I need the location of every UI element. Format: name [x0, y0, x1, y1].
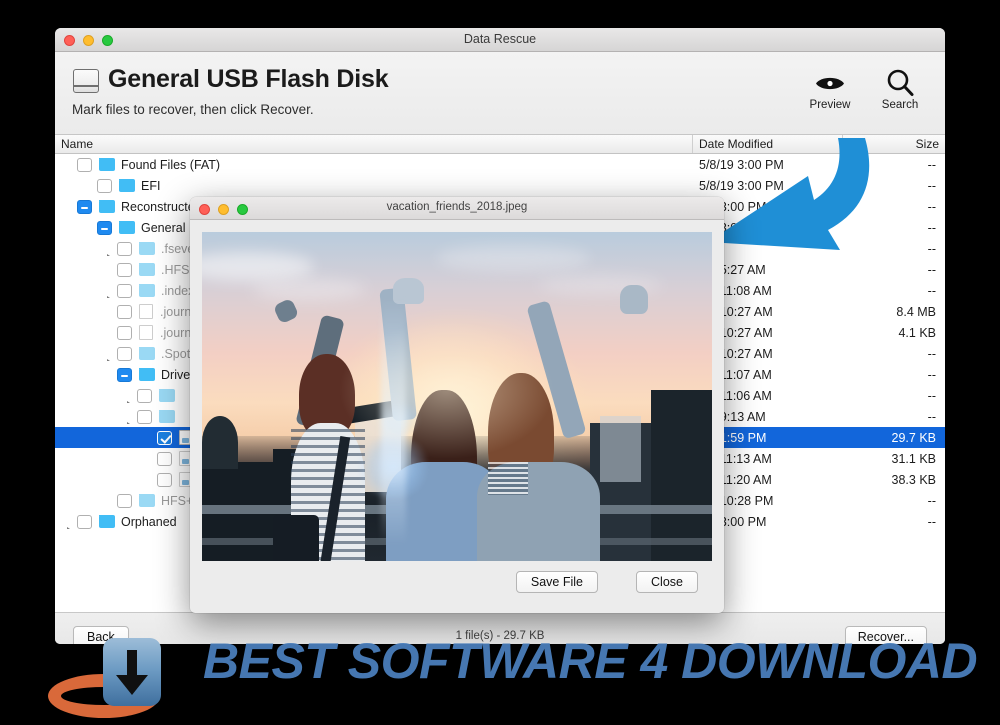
row-name-label: General: [141, 221, 185, 235]
row-checkbox[interactable]: [117, 305, 132, 319]
row-size-cell: --: [842, 179, 945, 193]
row-size-cell: --: [842, 242, 945, 256]
window-title: Data Rescue: [55, 32, 945, 46]
search-label: Search: [877, 99, 923, 111]
watermark-text: BEST SOFTWARE 4 DOWNLOAD: [203, 632, 977, 690]
row-size-cell: --: [842, 410, 945, 424]
row-size-cell: --: [842, 221, 945, 235]
search-button[interactable]: Search: [877, 66, 923, 111]
folder-icon: [139, 368, 155, 381]
row-checkbox[interactable]: [137, 389, 152, 403]
folder-icon: [139, 347, 155, 360]
folder-icon: [99, 158, 115, 171]
row-checkbox[interactable]: [97, 179, 112, 193]
row-size-cell: --: [842, 389, 945, 403]
column-header-date[interactable]: Date Modified: [692, 135, 842, 153]
folder-icon: [139, 263, 155, 276]
folder-icon: [119, 221, 135, 234]
row-size-cell: --: [842, 200, 945, 214]
row-checkbox[interactable]: [77, 515, 92, 529]
watermark: BEST SOFTWARE 4 DOWNLOAD: [0, 628, 1000, 725]
folder-icon: [159, 389, 175, 402]
row-size-cell: --: [842, 494, 945, 508]
row-date-cell: 5/8/19 3:00 PM: [692, 158, 842, 172]
row-name-cell: EFI: [55, 179, 692, 193]
preview-image: [202, 232, 712, 561]
column-headers: Name Date Modified Size: [55, 135, 945, 154]
table-row[interactable]: EFI 5/8/19 3:00 PM--: [55, 175, 945, 196]
row-checkbox[interactable]: [117, 326, 132, 340]
row-size-cell: --: [842, 347, 945, 361]
document-file-icon: [139, 304, 153, 319]
column-header-name[interactable]: Name: [55, 135, 692, 153]
row-size-cell: 29.7 KB: [842, 431, 945, 445]
row-checkbox[interactable]: [77, 158, 92, 172]
row-name-cell: Found Files (FAT): [55, 158, 692, 172]
page-instruction: Mark files to recover, then click Recove…: [72, 102, 314, 117]
page-title: General USB Flash Disk: [108, 65, 388, 94]
row-size-cell: --: [842, 158, 945, 172]
row-name-label: Found Files (FAT): [121, 158, 220, 172]
watermark-arrow-head: [116, 675, 148, 695]
folder-icon: [159, 410, 175, 423]
row-size-cell: 31.1 KB: [842, 452, 945, 466]
toolbar: Preview Search: [807, 66, 923, 111]
row-name-label: Orphaned: [121, 515, 177, 529]
folder-icon: [139, 494, 155, 507]
row-size-cell: --: [842, 284, 945, 298]
preview-button[interactable]: Preview: [807, 66, 853, 111]
row-date-cell: 5/8/19 3:00 PM: [692, 179, 842, 193]
row-checkbox[interactable]: [157, 473, 172, 487]
preview-dialog: vacation_friends_2018.jpeg: [190, 197, 724, 613]
row-checkbox[interactable]: [117, 494, 132, 508]
preview-title: vacation_friends_2018.jpeg: [190, 201, 724, 213]
search-icon: [877, 66, 923, 100]
column-header-size[interactable]: Size: [842, 135, 945, 153]
table-row[interactable]: Found Files (FAT) 5/8/19 3:00 PM--: [55, 154, 945, 175]
save-file-button[interactable]: Save File: [516, 571, 598, 593]
folder-icon: [139, 284, 155, 297]
window-header: General USB Flash Disk Mark files to rec…: [55, 52, 945, 135]
folder-icon: [99, 515, 115, 528]
row-checkbox[interactable]: [117, 347, 132, 361]
row-size-cell: --: [842, 368, 945, 382]
row-checkbox[interactable]: [117, 368, 132, 382]
folder-icon: [139, 242, 155, 255]
row-size-cell: --: [842, 515, 945, 529]
preview-label: Preview: [807, 99, 853, 111]
row-checkbox[interactable]: [137, 410, 152, 424]
folder-icon: [99, 200, 115, 213]
screenshot-root: Data Rescue General USB Flash Disk Mark …: [0, 0, 1000, 725]
row-checkbox[interactable]: [77, 200, 92, 214]
row-name-label: EFI: [141, 179, 160, 193]
row-checkbox[interactable]: [157, 452, 172, 466]
window-titlebar: Data Rescue: [55, 28, 945, 52]
row-name-label: Drive: [161, 368, 190, 382]
row-checkbox[interactable]: [97, 221, 112, 235]
document-file-icon: [139, 325, 153, 340]
row-size-cell: --: [842, 263, 945, 277]
preview-footer: Save File Close: [190, 561, 724, 613]
preview-body: [190, 220, 724, 561]
close-dialog-button[interactable]: Close: [636, 571, 698, 593]
folder-icon: [119, 179, 135, 192]
disk-icon: [73, 69, 99, 93]
row-size-cell: 38.3 KB: [842, 473, 945, 487]
preview-titlebar: vacation_friends_2018.jpeg: [190, 197, 724, 220]
row-checkbox[interactable]: [117, 263, 132, 277]
row-size-cell: 4.1 KB: [842, 326, 945, 340]
row-name-label: HFS+: [161, 494, 193, 508]
row-checkbox[interactable]: [117, 242, 132, 256]
row-checkbox[interactable]: [157, 431, 172, 445]
row-size-cell: 8.4 MB: [842, 305, 945, 319]
eye-icon: [807, 66, 853, 100]
row-checkbox[interactable]: [117, 284, 132, 298]
